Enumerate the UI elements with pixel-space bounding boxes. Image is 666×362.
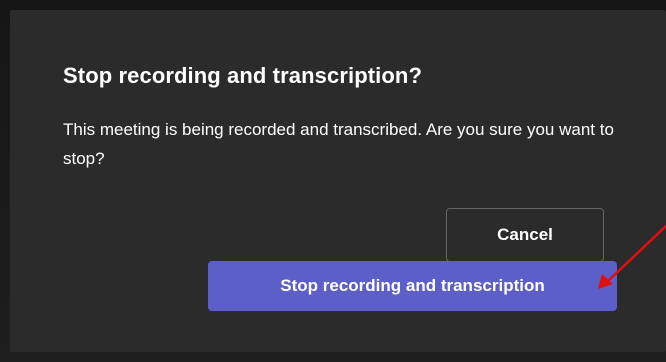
stop-recording-dialog: Stop recording and transcription? This m… — [10, 10, 666, 352]
dialog-title: Stop recording and transcription? — [63, 63, 422, 88]
stop-recording-button[interactable]: Stop recording and transcription — [208, 261, 617, 311]
dialog-message: This meeting is being recorded and trans… — [63, 120, 614, 168]
cancel-button[interactable]: Cancel — [446, 208, 604, 262]
